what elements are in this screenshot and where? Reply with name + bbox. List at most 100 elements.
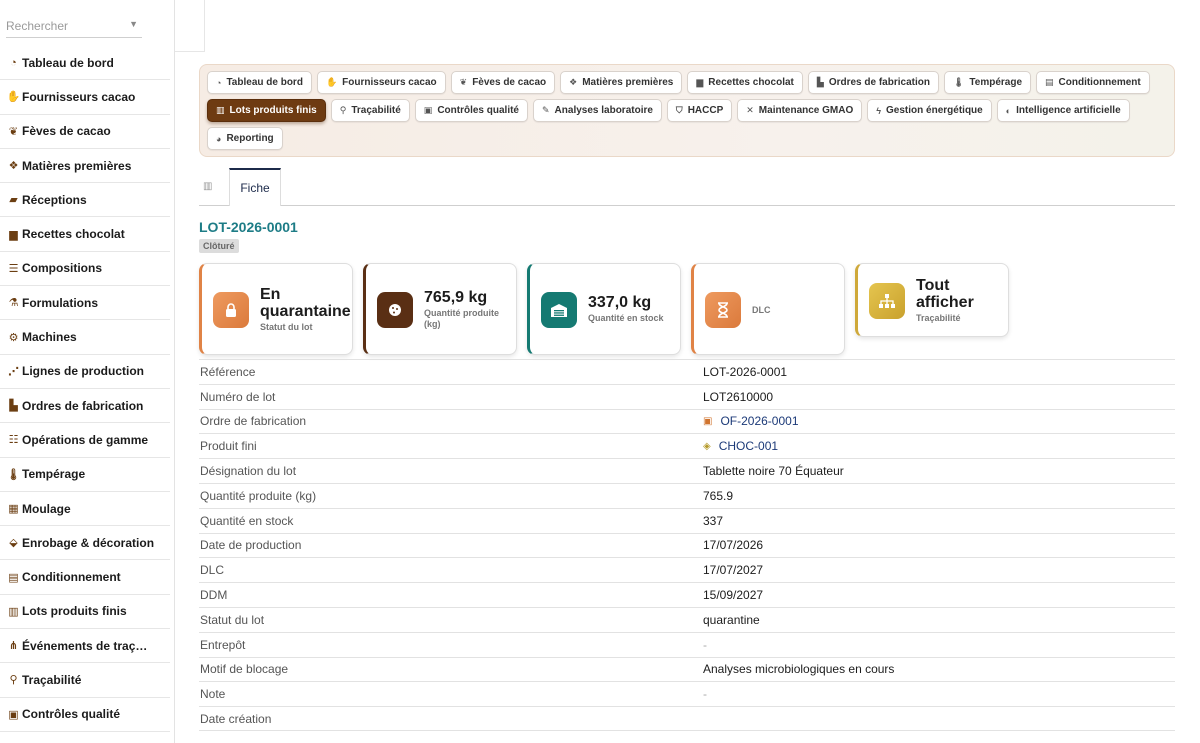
sidebar-item-label: Enrobage & décoration xyxy=(22,535,155,550)
module-nav-item[interactable]: ▙ Ordres de fabrication xyxy=(807,71,939,94)
module-nav-label: Intelligence artificielle xyxy=(1016,105,1121,116)
stat-card-dlc[interactable]: DLC xyxy=(691,263,845,355)
sidebar-item-label: Réceptions xyxy=(22,192,87,207)
module-nav-item[interactable]: ▥ Lots produits finis xyxy=(207,99,326,122)
search-icon: ⚲ xyxy=(9,674,18,687)
brain-icon: ◐ xyxy=(1005,105,1012,116)
search-icon: ⚲ xyxy=(339,105,347,115)
sidebar-item-label: Tableau de bord xyxy=(22,55,114,70)
detail-row: Note - xyxy=(199,681,1175,706)
sidebar-item[interactable]: ▥ Lots produits finis xyxy=(0,595,170,630)
sidebar-item[interactable]: 🌡 Tempérage xyxy=(0,458,170,492)
module-nav-item[interactable]: ✕ Maintenance GMAO xyxy=(737,99,863,122)
sidebar-item[interactable]: ☷ Opérations de gamme xyxy=(0,423,170,458)
module-nav-item[interactable]: ϟ Gestion énergétique xyxy=(867,99,992,122)
field-link[interactable]: CHOC-001 xyxy=(719,439,778,453)
module-nav-item[interactable]: ✎ Analyses laboratoire xyxy=(533,99,662,122)
hourglass-icon xyxy=(705,292,741,328)
sidebar-item[interactable]: ▦ Moulage xyxy=(0,492,170,527)
module-nav-item[interactable]: ◕ Reporting xyxy=(207,127,283,150)
sidebar-item[interactable]: ✋ Fournisseurs cacao xyxy=(0,80,170,115)
module-nav-item[interactable]: ✋ Fournisseurs cacao xyxy=(316,71,446,94)
sidebar-item-label: Fèves de cacao xyxy=(22,124,111,139)
shield-icon: ⛉ xyxy=(675,105,683,115)
sidebar-item[interactable]: ▰ Réceptions xyxy=(0,183,170,218)
sidebar-item[interactable]: ❦ Fèves de cacao xyxy=(0,115,170,149)
industry-icon: ▙ xyxy=(816,77,824,87)
sidebar-item-label: Tempérage xyxy=(22,467,86,482)
sidebar-item-label: Traçabilité xyxy=(22,672,82,687)
tab-fiche[interactable]: Fiche xyxy=(229,168,281,206)
field-value: 15/09/2027 xyxy=(703,588,764,603)
field-value: ▣ OF-2026-0001 xyxy=(703,414,799,428)
list-view-icon[interactable]: ▥ xyxy=(203,181,212,192)
caret-down-icon[interactable]: ▼ xyxy=(129,19,138,29)
sidebar-item[interactable]: ▣ Contrôles qualité xyxy=(0,698,170,732)
tab-bar: ▥ Fiche xyxy=(199,168,1175,206)
field-link[interactable]: OF-2026-0001 xyxy=(720,414,798,428)
search-input[interactable] xyxy=(6,16,126,36)
sidebar-item[interactable]: ⚲ Traçabilité xyxy=(0,663,170,698)
seedling-icon: ❦ xyxy=(459,77,468,87)
detail-row: Désignation du lot Tablette noire 70 Équa… xyxy=(199,458,1175,483)
module-nav-label: Lots produits finis xyxy=(229,105,317,116)
module-nav-item[interactable]: ▆ Recettes chocolat xyxy=(687,71,803,94)
module-nav-item[interactable]: ❦ Fèves de cacao xyxy=(450,71,556,94)
industry-icon: ▣ xyxy=(703,415,713,427)
sidebar-item[interactable]: ⚗ Formulations xyxy=(0,286,170,321)
sidebar-item-label: Compositions xyxy=(22,261,102,276)
detail-row: Motif de blocage Analyses microbiologique… xyxy=(199,656,1175,682)
detail-row: Produit fini ◈ CHOC-001 xyxy=(199,433,1175,458)
sidebar-item[interactable]: ▤ Conditionnement xyxy=(0,560,170,595)
cubes-icon: ❖ xyxy=(8,160,19,173)
sidebar-item[interactable]: ❖ Matières premières xyxy=(0,149,170,184)
field-value: ◈ CHOC-001 xyxy=(703,439,778,453)
sidebar-item-label: Ordres de fabrication xyxy=(22,398,144,413)
module-nav-item[interactable]: ◐ Intelligence artificielle xyxy=(996,99,1130,122)
sidebar-item-label: Lignes de production xyxy=(22,364,144,379)
stat-card-quantity-produced[interactable]: 765,9 kg Quantité produite (kg) xyxy=(363,263,517,355)
sidebar-item[interactable]: ▙ Ordres de fabrication xyxy=(0,389,170,424)
sidebar-item[interactable]: ▆ Recettes chocolat xyxy=(0,217,170,252)
sidebar-item[interactable]: ⬙ Enrobage & décoration xyxy=(0,526,170,561)
sidebar-item[interactable]: ◔ Tableau de bord xyxy=(0,46,170,81)
box-icon: ▤ xyxy=(1045,77,1054,87)
box-icon: ▤ xyxy=(8,571,19,584)
module-nav-item[interactable]: 🌡 Tempérage xyxy=(943,71,1032,94)
module-nav-item[interactable]: ▤ Conditionnement xyxy=(1036,71,1150,94)
module-nav-item[interactable]: ◔ Tableau de bord xyxy=(207,71,312,94)
detail-row: Référence LOT-2026-0001 xyxy=(199,359,1175,384)
module-nav-item[interactable]: ⚲ Traçabilité xyxy=(330,99,410,122)
sidebar-item[interactable]: ⋰ Lignes de production xyxy=(0,355,170,389)
detail-row: Numéro de lot LOT2610000 xyxy=(199,383,1175,409)
module-nav-label: Gestion énergétique xyxy=(886,105,983,116)
module-nav-item[interactable]: ▣ Contrôles qualité xyxy=(414,99,528,122)
stat-card-traceability[interactable]: Tout afficher Traçabilité xyxy=(855,263,1009,337)
status-badge: Clôturé xyxy=(199,239,239,253)
module-nav-label: HACCP xyxy=(687,105,724,116)
list-icon: ☰ xyxy=(8,262,19,275)
detail-row: Quantité en stock 337 xyxy=(199,507,1175,533)
thermometer-icon: 🌡 xyxy=(952,77,965,87)
sidebar-search[interactable]: ▼ xyxy=(6,16,142,38)
sidebar-item[interactable]: ⚙ Machines xyxy=(0,320,170,355)
module-nav-item[interactable]: ⛉ HACCP xyxy=(666,99,733,122)
sidebar-item[interactable]: ☰ Compositions xyxy=(0,252,170,287)
seedling-icon: ❦ xyxy=(8,125,19,138)
sidebar-item[interactable]: ⋔ Événements de traç… xyxy=(0,629,170,664)
sidebar-item-label: Formulations xyxy=(22,295,99,310)
module-nav-label: Contrôles qualité xyxy=(437,105,519,116)
field-label: DLC xyxy=(200,563,225,578)
module-nav: ◔ Tableau de bord ✋ Fournisseurs cacao ❦ Fève… xyxy=(199,64,1175,157)
field-label: Statut du lot xyxy=(200,612,265,627)
sitemap-icon xyxy=(869,283,905,319)
stat-value: Tout afficher xyxy=(916,276,974,311)
stat-card-quantity-stock[interactable]: 337,0 kg Quantité en stock xyxy=(527,263,681,355)
detail-table: Référence LOT-2026-0001 Numéro de lot LOT26… xyxy=(199,359,1175,731)
sidebar-item-label: Événements de traç… xyxy=(22,638,148,653)
sitemap-icon: ⋔ xyxy=(8,640,19,653)
clipboard-check-icon: ▣ xyxy=(423,105,433,115)
module-nav-item[interactable]: ❖ Matières premières xyxy=(560,71,683,94)
stat-card-status[interactable]: En quarantaine Statut du lot xyxy=(199,263,353,355)
chart-pie-icon: ◕ xyxy=(216,133,222,144)
